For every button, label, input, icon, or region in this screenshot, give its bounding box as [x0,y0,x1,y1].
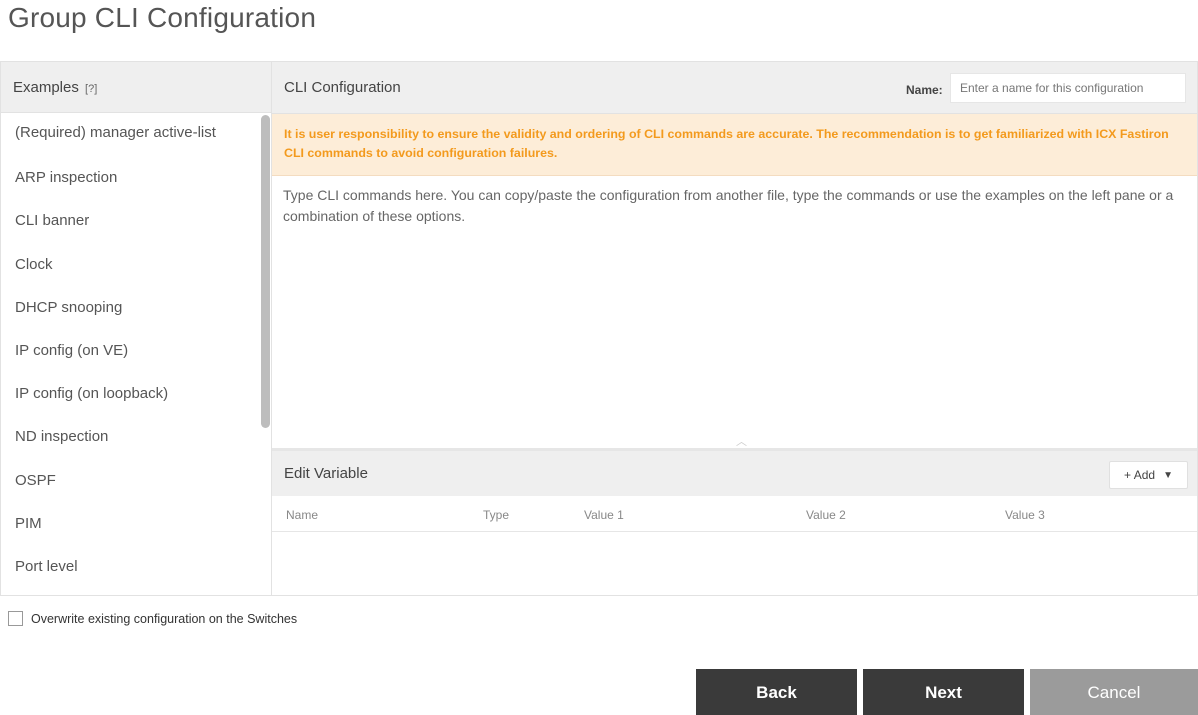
cli-header: CLI Configuration Name: [272,62,1197,114]
example-item[interactable]: IP config (on VE) [1,329,257,372]
column-header-value1[interactable]: Value 1 [584,508,624,522]
config-name-input[interactable] [950,73,1186,103]
warning-banner: It is user responsibility to ensure the … [272,114,1197,176]
example-item[interactable]: ARP inspection [1,156,257,199]
add-variable-button[interactable]: + Add ▼ [1109,461,1188,489]
overwrite-label: Overwrite existing configuration on the … [31,611,298,626]
examples-scrollbar[interactable] [261,115,270,428]
example-item[interactable]: OSPF [1,459,257,502]
next-button[interactable]: Next [863,669,1024,715]
example-item[interactable]: (Required) manager active-list [1,113,257,156]
name-label: Name: [906,83,943,97]
column-header-value2[interactable]: Value 2 [806,508,846,522]
edit-variable-title: Edit Variable [284,465,368,482]
cli-pane: CLI Configuration Name: It is user respo… [272,62,1197,595]
add-variable-label: + Add [1124,468,1156,482]
example-item[interactable]: Clock [1,243,257,286]
back-button[interactable]: Back [696,669,857,715]
overwrite-checkbox[interactable] [8,611,23,626]
edit-variable-header: Edit Variable + Add ▼ [272,448,1197,496]
cli-config-panel: Examples [?] (Required) manager active-l… [0,61,1198,596]
examples-pane: Examples [?] (Required) manager active-l… [1,62,272,595]
examples-header: Examples [?] [1,62,271,113]
example-item[interactable]: CLI banner [1,199,257,242]
overwrite-option[interactable]: Overwrite existing configuration on the … [8,611,297,626]
example-item[interactable]: IP config (on loopback) [1,372,257,415]
example-item[interactable]: PIM [1,502,257,545]
examples-title: Examples [13,79,79,96]
column-header-value3[interactable]: Value 3 [1005,508,1045,522]
column-header-name[interactable]: Name [286,508,318,522]
example-item[interactable]: Port level [1,545,257,588]
caret-down-icon: ▼ [1163,469,1173,481]
cancel-button[interactable]: Cancel [1030,669,1198,715]
examples-help-link[interactable]: [?] [85,83,97,95]
example-item[interactable]: DHCP snooping [1,286,257,329]
examples-list: (Required) manager active-list ARP inspe… [1,113,257,588]
chevron-up-icon[interactable]: ︿ [736,433,747,449]
variable-table-header: Name Type Value 1 Value 2 Value 3 [272,496,1197,532]
cli-title: CLI Configuration [284,79,401,96]
column-header-type[interactable]: Type [483,508,509,522]
example-item[interactable]: ND inspection [1,415,257,458]
page-title: Group CLI Configuration [8,2,317,33]
cli-commands-textarea[interactable] [272,176,1197,448]
